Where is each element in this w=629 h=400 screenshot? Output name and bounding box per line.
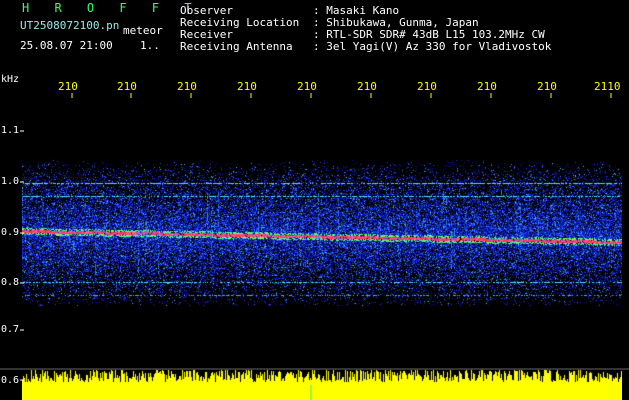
x-tick-label: 210 (477, 80, 497, 93)
info-label-antenna: Receiving Antenna (180, 40, 293, 53)
axis-unit: kHz (1, 74, 20, 85)
hroft-screen: H R O F F T UT2508072100.pn meteor 25.08… (0, 0, 629, 400)
y-tick-label: 0.7 (1, 324, 20, 335)
frame-label: 1.. (140, 39, 160, 52)
y-tick-label: 0.9 (1, 227, 20, 238)
y-tick-label: 1.0 (1, 176, 20, 187)
x-tick-label: 210 (417, 80, 437, 93)
x-tick-label: 210 (58, 80, 78, 93)
datetime-label: 25.08.07 21:00 (20, 39, 113, 52)
x-tick-label: 210 (297, 80, 317, 93)
x-tick-label: 210 (117, 80, 137, 93)
y-tick-label: 0.8 (1, 277, 20, 288)
amplitude-waveform (22, 369, 622, 400)
x-tick-label: 210 (177, 80, 197, 93)
filename-label: UT2508072100.pn (20, 19, 120, 32)
info-value-antenna: : 3el Yagi(V) Az 330 for Vladivostok (313, 40, 552, 53)
x-tick-label: 2110 (594, 80, 621, 93)
x-tick-label: 210 (537, 80, 557, 93)
x-tick-label: 210 (357, 80, 377, 93)
spectrogram (22, 96, 622, 314)
y-tick-label: 1.1 (1, 125, 20, 136)
station-title: H R O F F T (22, 1, 201, 15)
mode-label: meteor (123, 24, 163, 37)
x-tick-label: 210 (237, 80, 257, 93)
y-tick-label: 0.6 (1, 375, 20, 386)
